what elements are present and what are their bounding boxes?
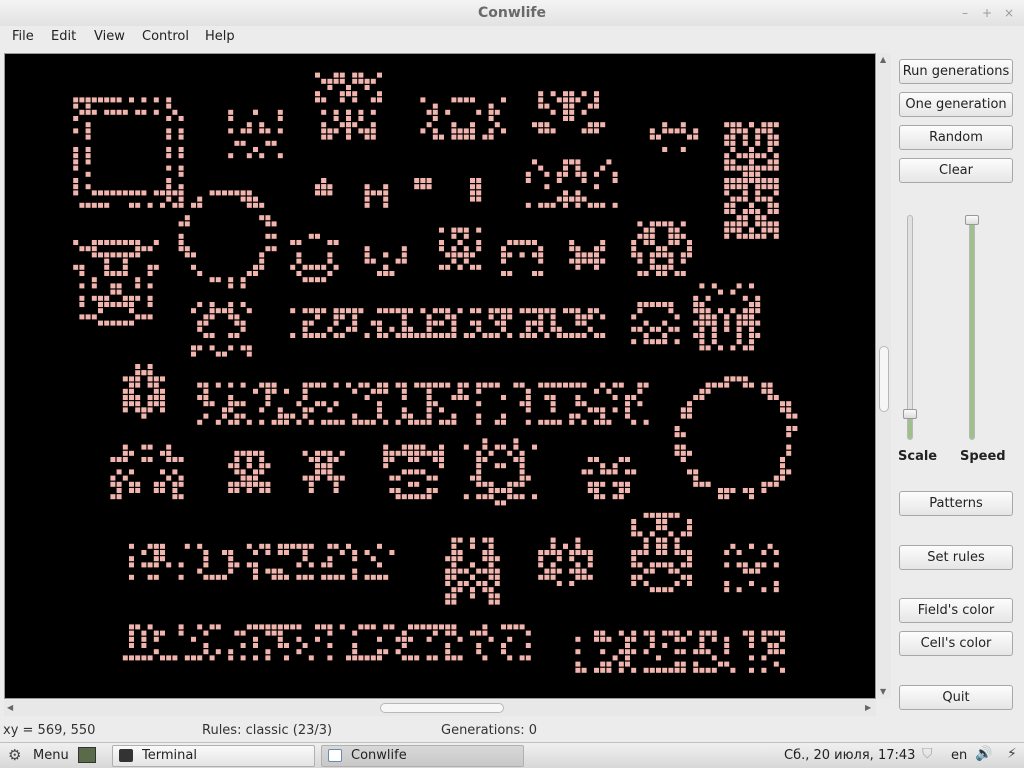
speed-slider-handle[interactable] (965, 215, 979, 225)
cells-color-button[interactable]: Cell's color (899, 631, 1013, 656)
clear-button[interactable]: Clear (899, 158, 1013, 183)
clock[interactable]: Сб., 20 июля, 17:43 (784, 748, 915, 763)
scale-slider-track[interactable] (907, 215, 913, 440)
scale-label: Scale (898, 449, 938, 464)
scale-slider-handle[interactable] (903, 408, 917, 419)
conwlife-window: Conwlife – + × File Edit View Control He… (0, 0, 1024, 768)
window-title: Conwlife (478, 5, 546, 21)
generations-status: Generations: 0 (441, 723, 538, 738)
menu-control[interactable]: Control (142, 29, 189, 44)
network-icon[interactable]: ⚡ (1007, 746, 1017, 762)
quit-button[interactable]: Quit (899, 685, 1013, 710)
vertical-scroll-thumb[interactable] (879, 346, 889, 412)
scroll-down-arrow-icon[interactable]: ▼ (880, 687, 886, 696)
title-bar[interactable]: Conwlife – + × (0, 0, 1024, 27)
gear-icon[interactable]: ⚙ (8, 746, 21, 764)
one-generation-button[interactable]: One generation (899, 92, 1013, 117)
taskbar: ⚙ Menu Terminal Conwlife Сб., 20 июля, 1… (0, 742, 1024, 768)
task-terminal[interactable]: Terminal (112, 745, 315, 767)
vertical-scrollbar[interactable]: ▲ ▼ (877, 53, 891, 699)
fields-color-button[interactable]: Field's color (899, 598, 1013, 623)
terminal-icon (119, 749, 133, 762)
task-terminal-label: Terminal (142, 748, 197, 763)
random-button[interactable]: Random (899, 125, 1013, 150)
scroll-right-arrow-icon[interactable]: ▶ (865, 703, 871, 712)
show-desktop-icon[interactable] (78, 747, 96, 763)
maximize-button[interactable]: + (980, 6, 994, 20)
horizontal-scrollbar[interactable]: ◀ ▶ (4, 700, 876, 716)
volume-icon[interactable]: 🔊 (975, 746, 992, 762)
menu-edit[interactable]: Edit (51, 29, 76, 44)
speed-slider-fill (970, 219, 974, 439)
life-field[interactable] (4, 53, 876, 699)
set-rules-button[interactable]: Set rules (899, 545, 1013, 570)
run-generations-button[interactable]: Run generations (899, 59, 1013, 84)
menu-file[interactable]: File (12, 29, 34, 44)
rules-status: Rules: classic (23/3) (202, 723, 333, 738)
task-conwlife-label: Conwlife (351, 748, 407, 763)
cursor-coordinates: xy = 569, 550 (3, 723, 96, 738)
status-bar: xy = 569, 550 Rules: classic (23/3) Gene… (0, 718, 1024, 742)
scroll-up-arrow-icon[interactable]: ▲ (880, 55, 886, 64)
shield-icon[interactable]: ⛉ (922, 746, 933, 762)
start-menu-button[interactable]: Menu (33, 748, 69, 763)
keyboard-layout[interactable]: en (951, 748, 967, 763)
menu-view[interactable]: View (94, 29, 125, 44)
task-conwlife[interactable]: Conwlife (321, 745, 524, 767)
menu-bar: File Edit View Control Help (0, 26, 1024, 50)
speed-label: Speed (960, 449, 1006, 464)
cell-grid[interactable] (5, 54, 875, 698)
patterns-button[interactable]: Patterns (899, 491, 1013, 516)
close-button[interactable]: × (1002, 6, 1016, 20)
horizontal-scroll-thumb[interactable] (380, 703, 504, 713)
scroll-left-arrow-icon[interactable]: ◀ (7, 703, 13, 712)
window-icon (328, 749, 342, 762)
speed-slider-track[interactable] (969, 215, 975, 440)
menu-help[interactable]: Help (205, 29, 235, 44)
minimize-button[interactable]: – (958, 6, 972, 20)
